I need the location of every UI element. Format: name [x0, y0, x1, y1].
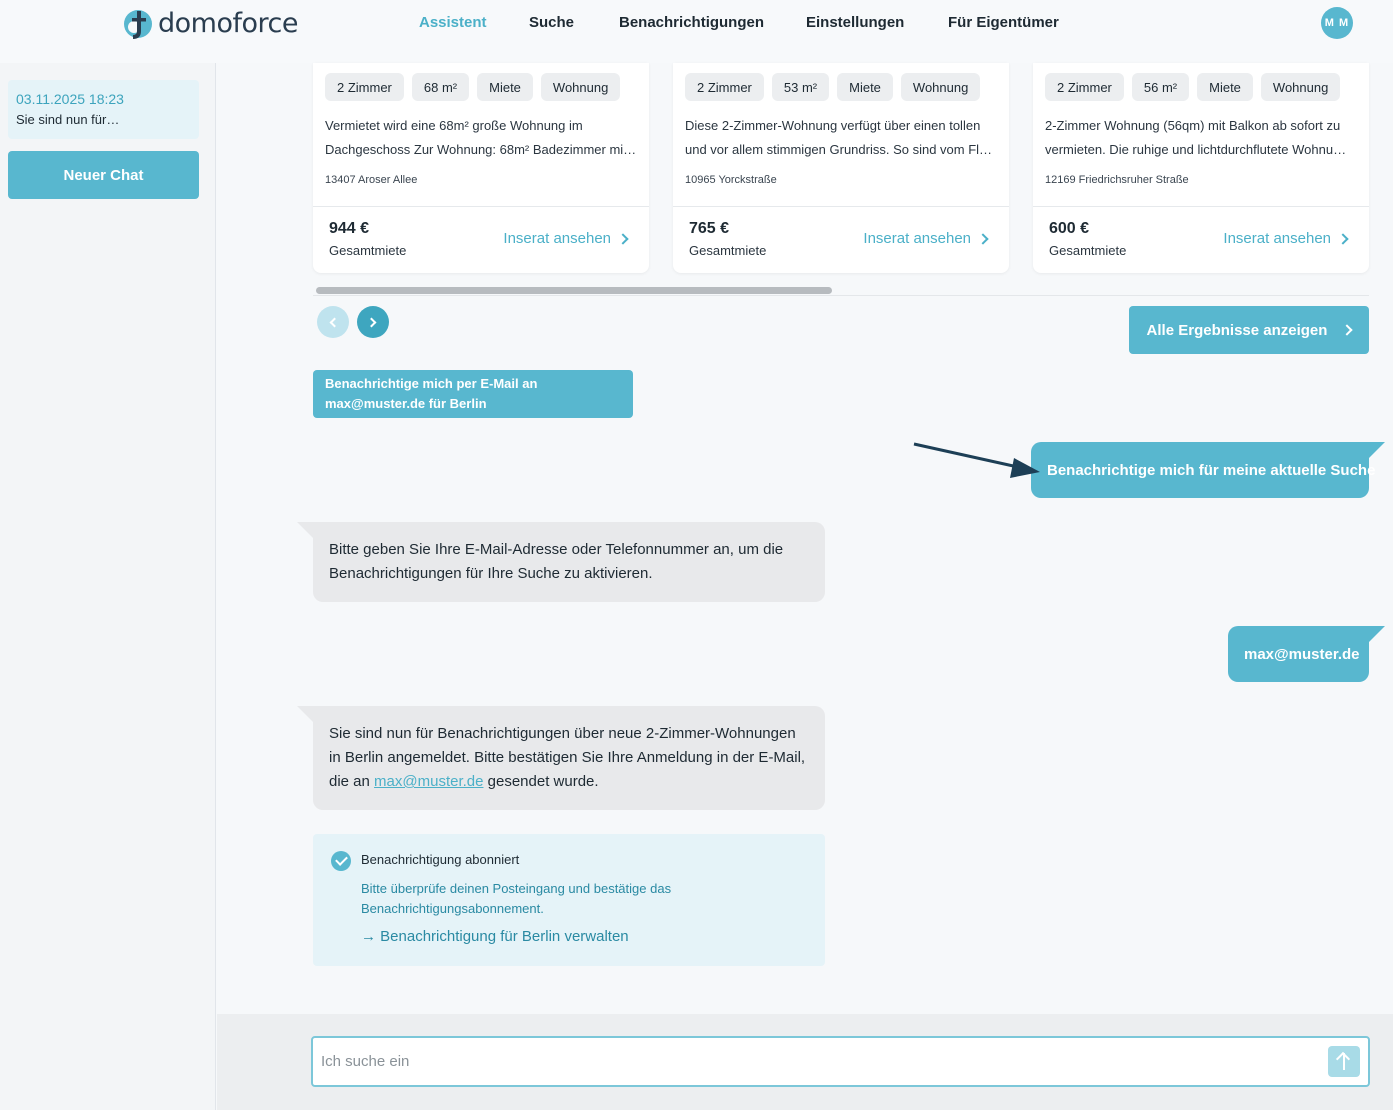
listing-tags: 2 Zimmer 53 m² Miete Wohnung	[685, 73, 981, 101]
listing-price: 944 €	[329, 220, 370, 237]
listing-address: 13407 Aroser Allee	[325, 174, 418, 186]
listing-description-line: Vermietet wird eine 68m² große Wohnung i…	[325, 118, 583, 133]
all-results-label: Alle Ergebnisse anzeigen	[1146, 321, 1328, 339]
chat-input[interactable]	[321, 1038, 1311, 1085]
nav-einstellungen[interactable]: Einstellungen	[806, 14, 904, 31]
nav-assistent[interactable]: Assistent	[419, 14, 487, 31]
app-header: domoforce Assistent Suche Benachrichtigu…	[0, 0, 1393, 63]
tag-size: 53 m²	[771, 73, 830, 101]
view-listing-label: Inserat ansehen	[863, 230, 971, 247]
card-divider	[313, 206, 649, 207]
chevron-right-icon	[617, 232, 629, 245]
listing-description-line: 2-Zimmer Wohnung (56qm) mit Balkon ab so…	[1045, 118, 1341, 133]
chat-input-wrapper	[311, 1036, 1370, 1087]
carousel-next-button[interactable]	[357, 306, 389, 338]
manage-notification-link[interactable]: → Benachrichtigung für Berlin verwalten	[361, 928, 629, 945]
chat-date: 03.11.2025 18:23	[16, 91, 124, 107]
subscription-confirmation: Benachrichtigung abonniert Bitte überprü…	[313, 834, 825, 966]
logo[interactable]: domoforce	[122, 6, 298, 40]
tag-category: Wohnung	[1260, 73, 1341, 101]
listing-tags: 2 Zimmer 56 m² Miete Wohnung	[1045, 73, 1341, 101]
new-chat-button[interactable]: Neuer Chat	[8, 151, 199, 199]
listing-price-label: Gesamtmiete	[329, 243, 407, 258]
tag-type: Miete	[837, 73, 893, 101]
view-listing-link[interactable]: Inserat ansehen	[503, 230, 629, 247]
carousel-scrollbar[interactable]	[313, 286, 1369, 296]
tag-rooms: 2 Zimmer	[685, 73, 764, 101]
carousel-scroll-thumb[interactable]	[316, 287, 832, 294]
email-link[interactable]: max@muster.de	[374, 773, 483, 790]
listing-description: Vermietet wird eine 68m² große Wohnung i…	[325, 114, 639, 162]
user-avatar[interactable]: M M	[1321, 7, 1353, 39]
suggestion-line: max@muster.de für Berlin	[325, 396, 487, 411]
all-results-button[interactable]: Alle Ergebnisse anzeigen	[1129, 306, 1369, 354]
carousel-prev-button[interactable]	[317, 306, 349, 338]
nav-fuer-eigentuemer[interactable]: Für Eigentümer	[948, 14, 1059, 31]
listing-address: 10965 Yorckstraße	[685, 174, 777, 186]
subscription-text: Bitte überprüfe deinen Posteingang und b…	[361, 881, 672, 916]
assistant-message: Sie sind nun für Benachrichtigungen über…	[297, 706, 825, 810]
listing-price: 765 €	[689, 220, 730, 237]
listing-price-label: Gesamtmiete	[689, 243, 767, 258]
listing-description-line: Diese 2-Zimmer-Wohnung verfügt über eine…	[685, 118, 981, 133]
chat-preview: Sie sind nun für…	[16, 112, 120, 127]
card-divider	[673, 206, 1009, 207]
tag-size: 56 m²	[1131, 73, 1190, 101]
tag-rooms: 2 Zimmer	[1045, 73, 1124, 101]
chevron-right-icon	[977, 232, 989, 245]
view-listing-link[interactable]: Inserat ansehen	[863, 230, 989, 247]
listing-address: 12169 Friedrichsruher Straße	[1045, 174, 1189, 186]
view-listing-label: Inserat ansehen	[503, 230, 611, 247]
card-divider	[1033, 206, 1369, 207]
sidebar: 03.11.2025 18:23 Sie sind nun für… Neuer…	[0, 63, 216, 1110]
arrow-up-head-icon	[1335, 1051, 1351, 1067]
send-button[interactable]	[1328, 1046, 1360, 1077]
chevron-left-icon	[329, 317, 340, 327]
chevron-right-icon	[366, 317, 377, 327]
annotation-arrow-line	[913, 442, 1019, 469]
view-listing-label: Inserat ansehen	[1223, 230, 1331, 247]
logo-mark-icon	[122, 7, 154, 39]
nav-suche[interactable]: Suche	[529, 14, 574, 31]
listing-tags: 2 Zimmer 68 m² Miete Wohnung	[325, 73, 621, 101]
suggestion-line: Benachrichtige mich per E-Mail an	[325, 376, 538, 391]
listing-description-line: Dachgeschoss Zur Wohnung: 68m² Badezimme…	[325, 142, 637, 157]
user-message: Benachrichtige mich für meine aktuelle S…	[1031, 442, 1385, 498]
user-message: max@muster.de	[1228, 626, 1385, 682]
listing-description: Diese 2-Zimmer-Wohnung verfügt über eine…	[685, 114, 999, 162]
subscription-title: Benachrichtigung abonniert	[361, 852, 520, 867]
listing-card[interactable]: 2 Zimmer 68 m² Miete Wohnung Vermietet w…	[313, 63, 649, 273]
tag-size: 68 m²	[411, 73, 470, 101]
listing-description-line: vermieten. Die ruhige und lichtdurchflut…	[1045, 142, 1347, 157]
listing-card[interactable]: 2 Zimmer 53 m² Miete Wohnung Diese 2-Zim…	[673, 63, 1009, 273]
view-listing-link[interactable]: Inserat ansehen	[1223, 230, 1349, 247]
tag-type: Miete	[477, 73, 533, 101]
chevron-right-icon	[1341, 324, 1354, 336]
assistant-message-text: gesendet wurde.	[483, 773, 599, 790]
nav-benachrichtigungen[interactable]: Benachrichtigungen	[619, 14, 764, 31]
logo-text: domoforce	[158, 7, 298, 39]
tag-type: Miete	[1197, 73, 1253, 101]
check-circle-icon	[331, 851, 351, 871]
listing-description: 2-Zimmer Wohnung (56qm) mit Balkon ab so…	[1045, 114, 1359, 162]
tag-category: Wohnung	[540, 73, 621, 101]
tag-rooms: 2 Zimmer	[325, 73, 404, 101]
tag-category: Wohnung	[900, 73, 981, 101]
listing-card[interactable]: 2 Zimmer 56 m² Miete Wohnung 2-Zimmer Wo…	[1033, 63, 1369, 273]
listing-price-label: Gesamtmiete	[1049, 243, 1127, 258]
suggestion-chip[interactable]: Benachrichtige mich per E-Mail an max@mu…	[313, 370, 633, 418]
chevron-right-icon	[1337, 232, 1349, 245]
chat-history-item[interactable]: 03.11.2025 18:23 Sie sind nun für…	[8, 80, 199, 139]
listing-price: 600 €	[1049, 220, 1090, 237]
listing-description-line: und vor allem stimmigen Grundriss. So si…	[685, 142, 993, 157]
assistant-message: Bitte geben Sie Ihre E-Mail-Adresse oder…	[297, 522, 825, 602]
